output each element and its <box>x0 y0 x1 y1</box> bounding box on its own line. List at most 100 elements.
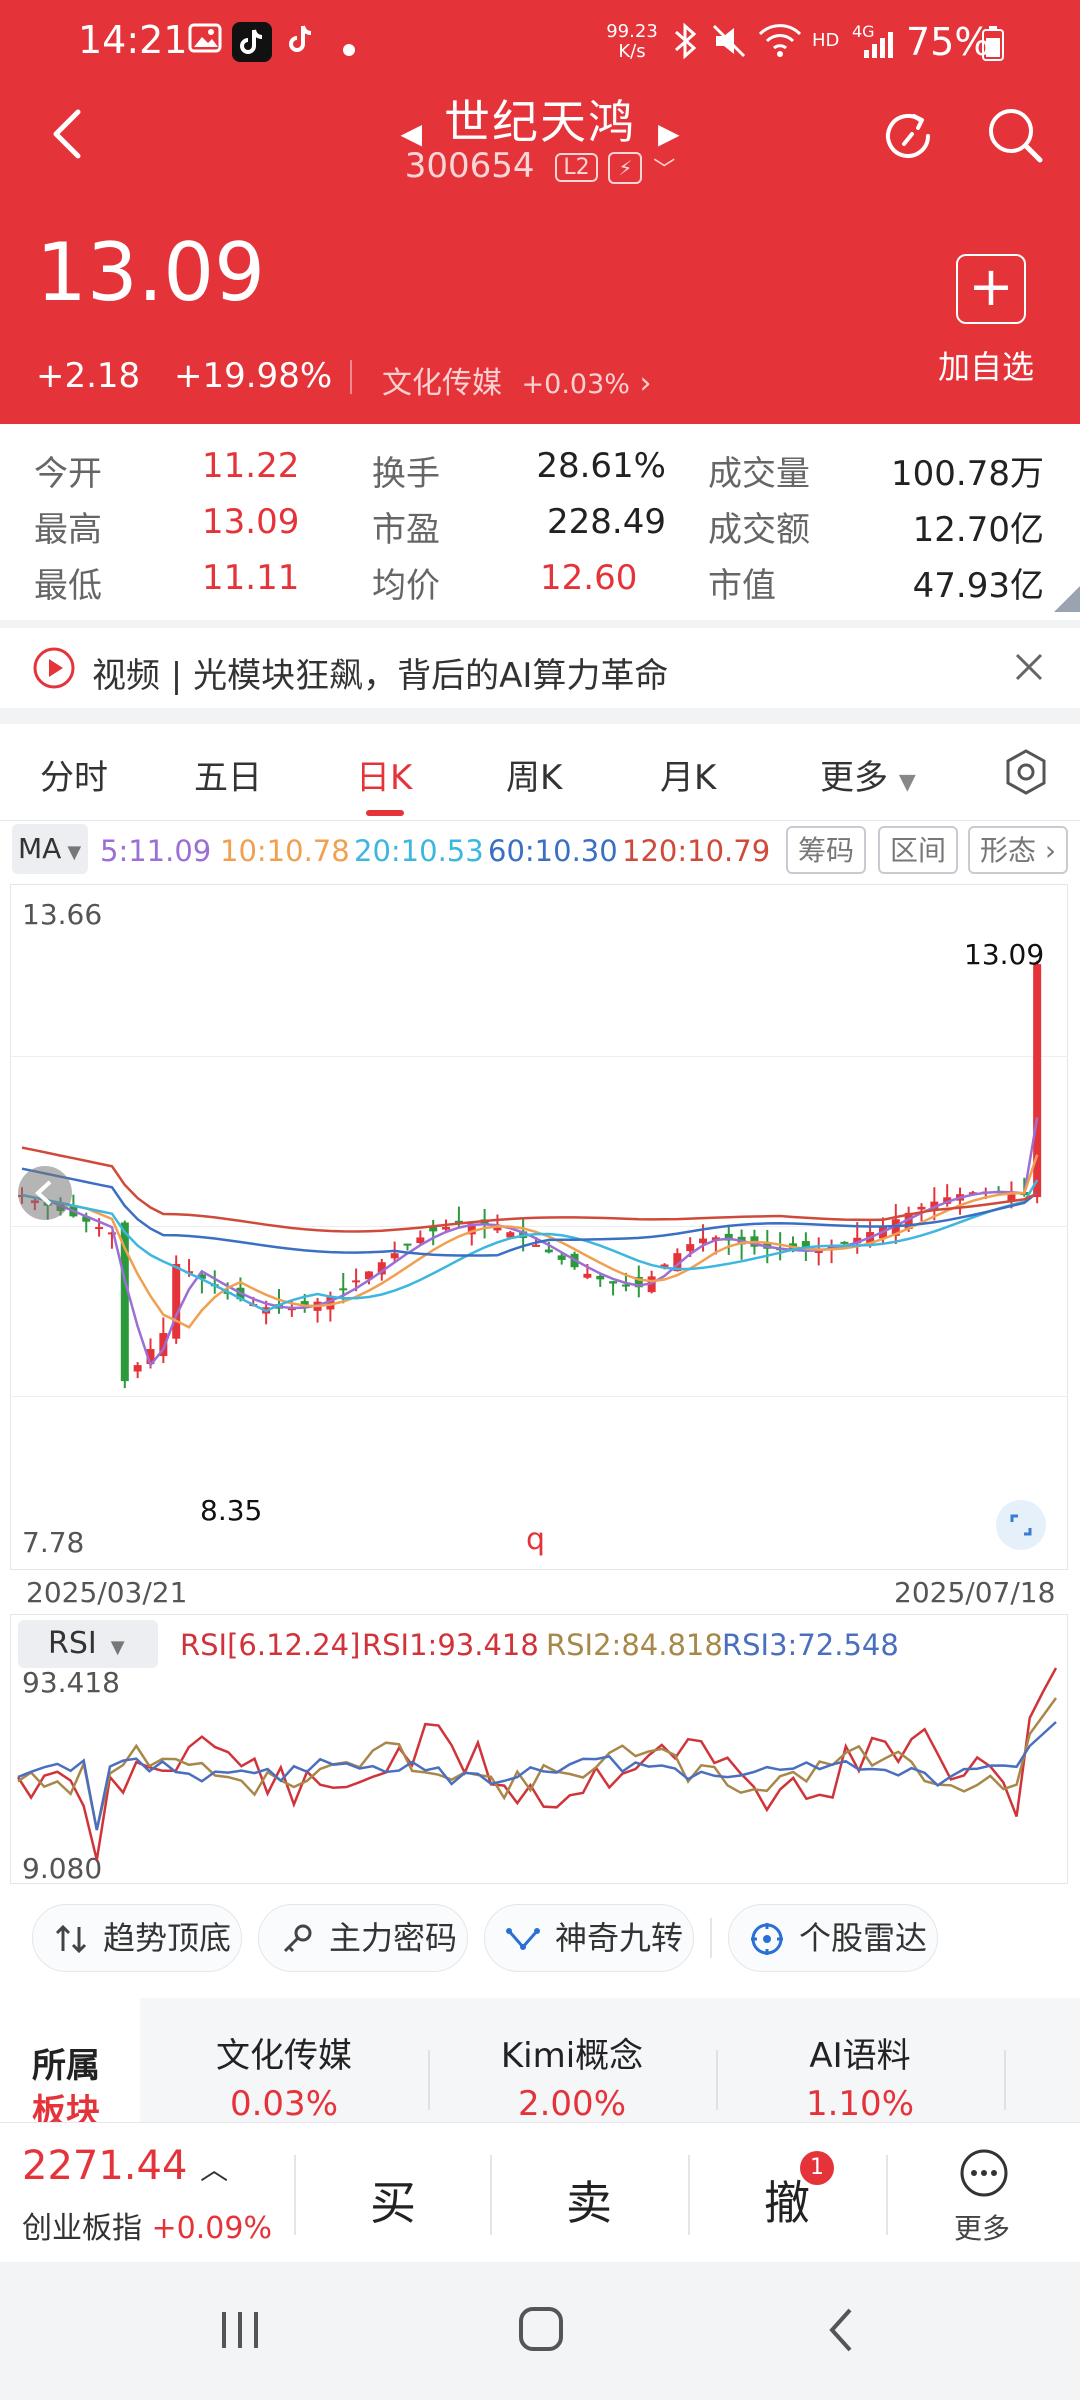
divider <box>710 1918 712 1958</box>
stat-value: 47.93亿 <box>912 566 1044 606</box>
settings-icon[interactable] <box>1004 748 1048 800</box>
refresh-button[interactable] <box>878 106 938 166</box>
sector-link[interactable]: 文化传媒 +0.03% › <box>382 358 652 402</box>
sell-button[interactable]: 卖 <box>566 2167 612 2233</box>
sector-card-name[interactable]: 文化传媒 <box>144 2028 424 2077</box>
home-icon[interactable] <box>518 2306 564 2356</box>
stock-code: 300654 <box>404 146 535 186</box>
candle-body <box>609 1281 618 1284</box>
divider <box>350 360 352 394</box>
main-force-code-button[interactable]: 主力密码 <box>258 1904 468 1972</box>
fullscreen-button[interactable] <box>996 1500 1046 1550</box>
pattern-button[interactable]: 形态 › <box>968 826 1068 874</box>
ma-line <box>21 1146 1038 1233</box>
active-tab-indicator <box>366 810 404 816</box>
pending-count-badge: 1 <box>800 2151 834 2185</box>
date-start: 2025/03/21 <box>26 1576 188 1609</box>
l2-badge: L2 <box>555 153 598 182</box>
rsi-line <box>16 1667 1058 1861</box>
rsi-chart[interactable] <box>10 1660 1068 1884</box>
separator <box>0 708 1080 724</box>
candle-body <box>352 1280 361 1283</box>
price-change: +2.18 <box>36 356 141 396</box>
trend-top-bottom-button[interactable]: 趋势顶底 <box>32 1904 242 1972</box>
news-text: 视频 | 光模块狂飙，背后的AI算力革命 <box>92 656 669 696</box>
add-watchlist-label[interactable]: 加自选 <box>938 342 1034 388</box>
close-icon[interactable] <box>1014 652 1044 686</box>
range-button[interactable]: 区间 <box>878 826 958 874</box>
tab-daily-k[interactable]: 日K <box>356 750 412 799</box>
stat-label: 均价 <box>372 566 440 606</box>
ma5-value: 5:11.09 <box>100 834 212 868</box>
candle-body <box>532 1244 540 1247</box>
rsi-line <box>17 1697 1058 1831</box>
sector-pct: +0.03% <box>521 369 630 400</box>
date-end: 2025/07/18 <box>894 1576 1056 1609</box>
add-watchlist-button[interactable]: + <box>956 254 1026 324</box>
tab-monthly-k[interactable]: 月K <box>660 750 716 799</box>
sector-strip-label: 所属 板块 <box>0 1998 140 2122</box>
ma120-value: 120:10.79 <box>622 834 771 868</box>
sector-card-name[interactable]: Kimi概念 <box>432 2028 712 2077</box>
sector-card-name[interactable]: AI语料 <box>720 2028 1000 2077</box>
chart-tabs: 分时 五日 日K 周K 月K 更多 ▼ <box>0 724 1080 820</box>
caret-down-icon: ▼ <box>898 770 916 795</box>
chevron-down-icon: ﹀ <box>653 158 676 183</box>
stat-label: 换手 <box>372 454 440 494</box>
rsi-params: RSI[6.12.24] <box>180 1628 361 1662</box>
radar-icon <box>751 1923 783 1955</box>
candle-body <box>403 1243 412 1246</box>
tab-five-day[interactable]: 五日 <box>194 750 262 799</box>
stat-label: 市盈 <box>372 510 440 550</box>
tab-more[interactable]: 更多 ▼ <box>820 750 916 799</box>
rsi1-value: RSI1:93.418 <box>362 1628 539 1662</box>
candle-body <box>95 1227 104 1230</box>
kline-chart[interactable] <box>10 884 1068 1570</box>
ma10-value: 10:10.78 <box>220 834 350 868</box>
tab-weekly-k[interactable]: 周K <box>506 750 562 799</box>
magic-nine-button[interactable]: 神奇九转 <box>484 1904 694 1972</box>
sector-card-pct: 1.10% <box>805 2084 914 2122</box>
candle-body <box>686 1244 695 1252</box>
bottom-action-bar: 2271.44 ︿ 创业板指 +0.09% 买 卖 撤 1 更多 <box>0 2122 1080 2263</box>
chevron-left-icon <box>35 1180 52 1206</box>
scroll-left-button[interactable] <box>18 1166 72 1220</box>
ma60-value: 60:10.30 <box>488 834 618 868</box>
news-banner[interactable]: 视频 | 光模块狂飙，背后的AI算力革命 <box>0 628 1080 708</box>
candle-body <box>390 1253 399 1259</box>
divider <box>716 2050 718 2110</box>
chevron-up-icon: ︿ <box>200 2153 229 2186</box>
back-nav-icon[interactable] <box>826 2306 856 2358</box>
stat-label: 成交量 <box>708 454 810 494</box>
sector-card-pct: 2.00% <box>517 2084 626 2122</box>
tiktok-icon <box>232 22 272 62</box>
stat-label: 最高 <box>34 510 102 550</box>
candle-body <box>699 1238 708 1244</box>
more-icon[interactable] <box>958 2147 1010 2199</box>
ma-legend: MA ▼ 5:11.09 10:10.78 20:10.53 60:10.30 1… <box>0 822 1080 878</box>
tab-intraday[interactable]: 分时 <box>40 750 108 799</box>
divider <box>688 2155 690 2235</box>
more-label[interactable]: 更多 <box>954 2207 1010 2247</box>
index-value[interactable]: 2271.44 ︿ <box>22 2143 228 2189</box>
price-change-pct: +19.98% <box>174 356 333 396</box>
up-down-arrows-icon <box>55 1924 87 1954</box>
stat-value: 12.60 <box>540 558 638 598</box>
quote-header: 14:21 99.23 K/s HD 4G 75% ◀ 世纪天鸿 ▶ 30065… <box>0 0 1080 424</box>
chips-button[interactable]: 筹码 <box>786 826 866 874</box>
candle-body <box>339 1288 348 1291</box>
candle-body <box>840 1241 849 1244</box>
stat-value: 28.61% <box>536 446 666 486</box>
lightning-icon: ⚡ <box>608 151 643 184</box>
divider <box>428 2050 430 2110</box>
search-button[interactable] <box>984 104 1046 166</box>
ma-selector[interactable]: MA ▼ <box>12 824 88 874</box>
recent-apps-icon[interactable] <box>218 2310 262 2354</box>
stock-radar-button[interactable]: 个股雷达 <box>728 1904 938 1972</box>
buy-button[interactable]: 买 <box>370 2167 416 2233</box>
expand-corner-icon[interactable] <box>1054 586 1080 612</box>
bluetooth-icon <box>670 22 700 60</box>
hd-label: HD <box>812 30 840 51</box>
stat-value: 11.11 <box>202 558 300 598</box>
rsi3-value: RSI3:72.548 <box>722 1628 899 1662</box>
